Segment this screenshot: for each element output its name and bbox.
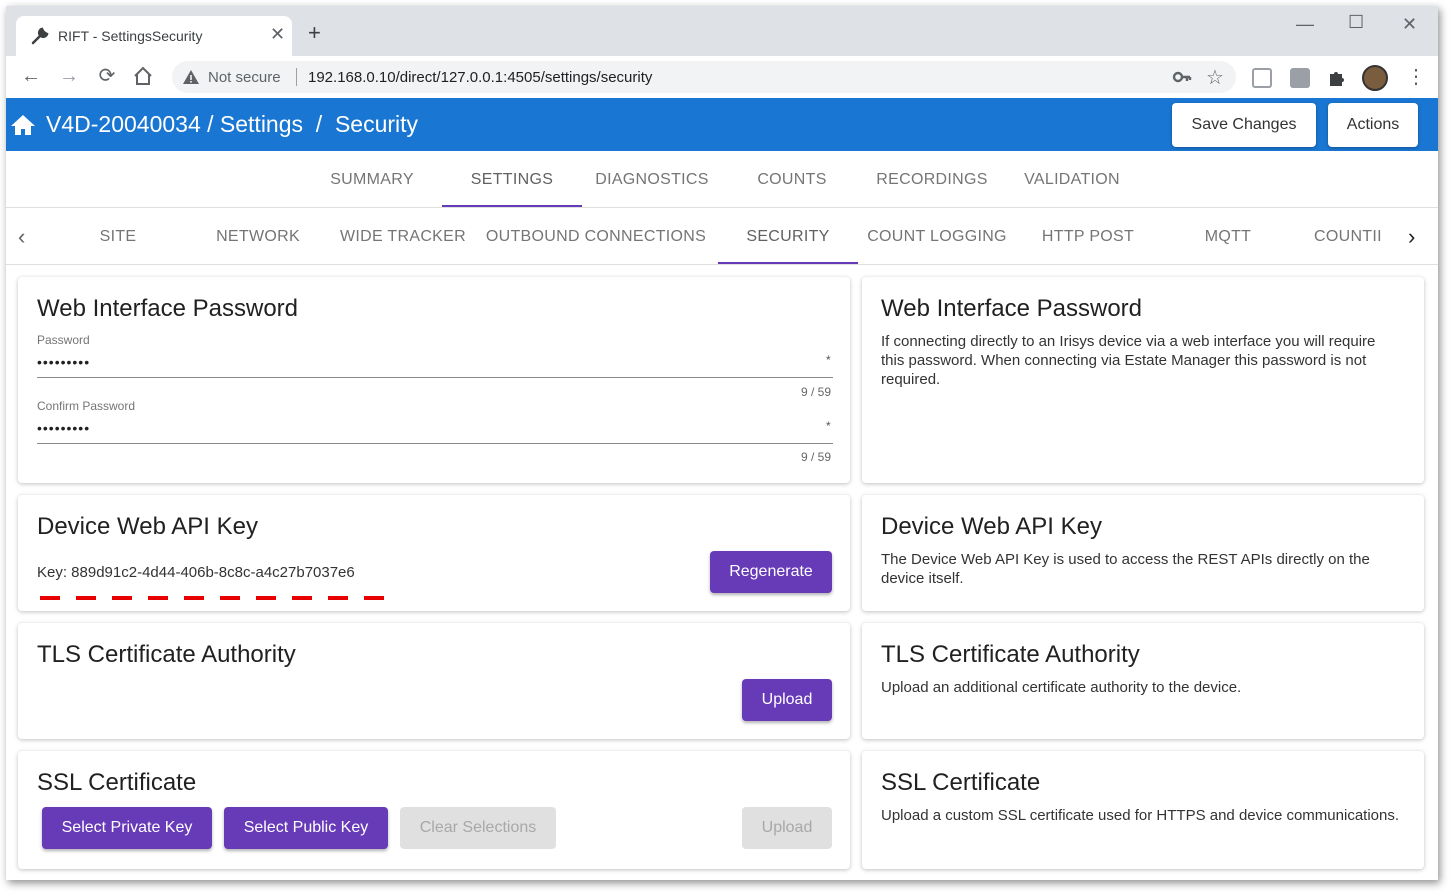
url-text[interactable]: 192.168.0.10/direct/127.0.0.1:4505/setti…	[308, 69, 652, 86]
api-key-card: Device Web API Key Key: 889d91c2-4d44-40…	[18, 495, 850, 611]
address-bar[interactable]: Not secure 192.168.0.10/direct/127.0.0.1…	[172, 61, 1236, 93]
tab-settings[interactable]: SETTINGS	[442, 171, 582, 189]
forward-icon[interactable]: →	[58, 65, 80, 87]
password-card: Web Interface Password Password ••••••••…	[18, 277, 850, 483]
select-public-key-button[interactable]: Select Public Key	[224, 807, 388, 849]
subtab-security[interactable]: SECURITY	[718, 228, 858, 246]
subtab-mqtt[interactable]: MQTT	[1158, 228, 1298, 246]
wrench-icon	[31, 27, 49, 45]
tls-upload-button[interactable]: Upload	[742, 679, 832, 721]
subtab-http-post[interactable]: HTTP POST	[1018, 228, 1158, 246]
help-password-card: Web Interface Password If connecting dir…	[862, 277, 1424, 483]
card-description: The Device Web API Key is used to access…	[881, 551, 1370, 587]
extension-icon[interactable]	[1290, 68, 1310, 88]
close-tab-icon[interactable]: ✕	[270, 24, 285, 45]
minimize-icon[interactable]: —	[1296, 14, 1314, 35]
save-changes-button[interactable]: Save Changes	[1172, 103, 1316, 147]
card-description: Upload an additional certificate authori…	[881, 679, 1242, 696]
tab-summary[interactable]: SUMMARY	[302, 171, 442, 189]
app-header: V4D-20040034 / Settings / Security Save …	[6, 98, 1438, 151]
tab-title: RIFT - SettingsSecurity	[58, 28, 203, 44]
card-title: Web Interface Password	[881, 295, 1143, 322]
password-field[interactable]: •••••••••	[37, 354, 90, 370]
main-tabs: SUMMARY SETTINGS DIAGNOSTICS COUNTS RECO…	[6, 151, 1438, 208]
card-title: Web Interface Password	[37, 295, 299, 322]
help-api-card: Device Web API Key The Device Web API Ke…	[862, 495, 1424, 611]
card-title: TLS Certificate Authority	[881, 641, 1140, 668]
active-tab-indicator	[442, 205, 582, 207]
back-icon[interactable]: ←	[20, 65, 42, 87]
subtab-counting[interactable]: COUNTII	[1314, 228, 1404, 246]
card-title: TLS Certificate Authority	[37, 641, 296, 668]
home-browser-icon[interactable]	[132, 65, 154, 87]
divider	[296, 68, 297, 86]
tab-strip: RIFT - SettingsSecurity ✕ + — ☐ ✕	[6, 6, 1438, 56]
home-icon[interactable]	[10, 114, 36, 136]
breadcrumb: V4D-20040034 / Settings / Security	[46, 111, 419, 137]
bookmark-star-icon[interactable]: ☆	[1206, 65, 1224, 90]
subtab-site[interactable]: SITE	[48, 228, 188, 246]
card-description: If connecting directly to an Irisys devi…	[881, 333, 1376, 388]
required-marker: *	[826, 353, 831, 367]
profile-avatar[interactable]	[1362, 65, 1388, 91]
select-private-key-button[interactable]: Select Private Key	[42, 807, 212, 849]
new-tab-icon[interactable]: +	[308, 20, 321, 46]
clear-selections-button[interactable]: Clear Selections	[400, 807, 556, 849]
card-title: Device Web API Key	[37, 513, 258, 540]
content-area: Web Interface Password Password ••••••••…	[6, 265, 1438, 880]
char-count: 9 / 59	[801, 385, 832, 399]
api-key-text: Key: 889d91c2-4d44-406b-8c8c-a4c27b7037e…	[37, 564, 355, 581]
red-dashed-underline	[40, 596, 390, 600]
help-ssl-card: SSL Certificate Upload a custom SSL cert…	[862, 751, 1424, 869]
maximize-icon[interactable]: ☐	[1348, 12, 1364, 33]
ssl-card: SSL Certificate Select Private Key Selec…	[18, 751, 850, 869]
subtab-wide-tracker[interactable]: WIDE TRACKER	[328, 228, 478, 246]
card-title: SSL Certificate	[881, 769, 1041, 796]
actions-button[interactable]: Actions	[1328, 103, 1418, 147]
warning-icon	[183, 70, 199, 84]
active-subtab-indicator	[718, 262, 858, 264]
subtab-network[interactable]: NETWORK	[188, 228, 328, 246]
browser-toolbar: ← → ⟳ Not secure 192.168.0.10/direct/127…	[6, 56, 1438, 98]
card-title: SSL Certificate	[37, 769, 197, 796]
extension-icon[interactable]	[1252, 68, 1272, 88]
card-description: Upload a custom SSL certificate used for…	[881, 807, 1400, 824]
tab-diagnostics[interactable]: DIAGNOSTICS	[582, 171, 722, 189]
field-underline	[37, 377, 833, 378]
required-marker: *	[826, 419, 831, 433]
ssl-upload-button[interactable]: Upload	[742, 807, 832, 849]
char-count: 9 / 59	[801, 450, 832, 464]
tab-validation[interactable]: VALIDATION	[1002, 171, 1142, 189]
password-label: Password	[37, 333, 90, 347]
help-tls-card: TLS Certificate Authority Upload an addi…	[862, 623, 1424, 739]
confirm-password-field[interactable]: •••••••••	[37, 420, 90, 436]
field-underline	[37, 443, 833, 444]
chevron-left-icon[interactable]: ‹	[18, 224, 25, 250]
subtab-outbound-connections[interactable]: OUTBOUND CONNECTIONS	[478, 228, 714, 246]
browser-tab[interactable]: RIFT - SettingsSecurity ✕	[16, 16, 292, 56]
subtab-count-logging[interactable]: COUNT LOGGING	[862, 228, 1012, 246]
puzzle-icon[interactable]	[1326, 68, 1346, 88]
key-icon[interactable]	[1172, 68, 1192, 86]
tab-counts[interactable]: COUNTS	[722, 171, 862, 189]
reload-icon[interactable]: ⟳	[96, 65, 118, 87]
browser-window: RIFT - SettingsSecurity ✕ + — ☐ ✕ ← → ⟳ …	[6, 6, 1438, 880]
close-window-icon[interactable]: ✕	[1402, 14, 1417, 35]
not-secure-label[interactable]: Not secure	[208, 69, 281, 86]
chevron-right-icon[interactable]: ›	[1408, 224, 1415, 250]
regenerate-button[interactable]: Regenerate	[710, 551, 832, 593]
confirm-password-label: Confirm Password	[37, 399, 136, 413]
tls-card: TLS Certificate Authority Upload	[18, 623, 850, 739]
menu-kebab-icon[interactable]: ⋮	[1406, 64, 1426, 89]
card-title: Device Web API Key	[881, 513, 1102, 540]
tab-recordings[interactable]: RECORDINGS	[862, 171, 1002, 189]
settings-sub-tabs: ‹ SITE NETWORK WIDE TRACKER OUTBOUND CON…	[6, 208, 1438, 265]
